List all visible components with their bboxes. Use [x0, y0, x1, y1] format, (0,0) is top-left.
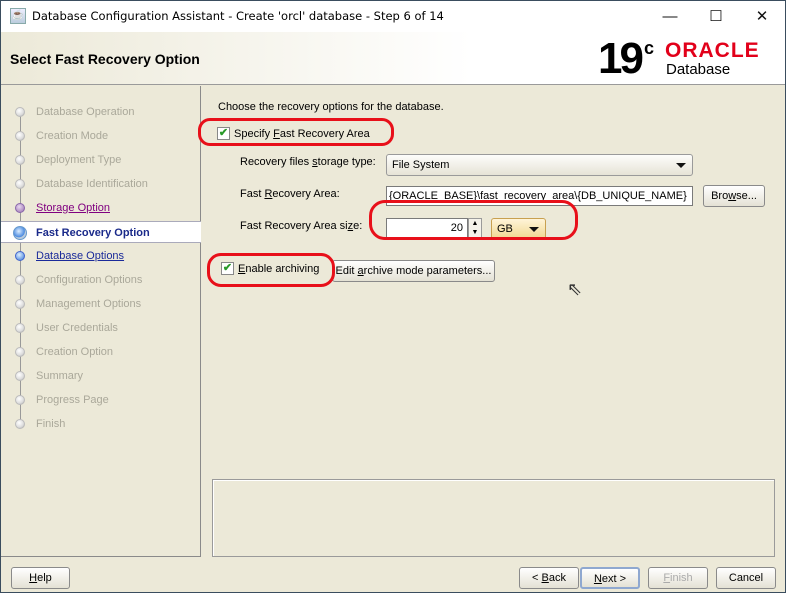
nav-step-creation-mode: Creation Mode: [1, 125, 201, 147]
label-text: ack: [548, 572, 566, 584]
label-text: Fast Recovery Area si: [240, 220, 348, 232]
nav-step-label: Database Identification: [36, 178, 148, 190]
step-status-icon: [15, 203, 25, 213]
nav-step-user-credentials: User Credentials: [1, 317, 201, 339]
nav-step-storage-option[interactable]: Storage Option: [1, 197, 201, 219]
nav-step-configuration-options: Configuration Options: [1, 269, 201, 291]
nav-step-label: Management Options: [36, 298, 142, 310]
java-app-icon: ☕: [10, 8, 26, 24]
label-text: ext >: [601, 573, 627, 585]
nav-step-finish: Finish: [1, 413, 201, 435]
nav-step-fast-recovery-option[interactable]: Fast Recovery Option: [1, 221, 201, 243]
step-status-icon: [15, 107, 25, 117]
logo-brand: ORACLE: [665, 39, 760, 62]
nav-step-label: Storage Option: [36, 202, 110, 214]
step-status-icon: [15, 179, 25, 189]
nav-step-label: Creation Mode: [36, 130, 109, 142]
minimize-button[interactable]: —: [647, 1, 693, 32]
label-text: elp: [37, 572, 52, 584]
annotation-highlight: [207, 253, 335, 287]
step-status-icon: [15, 155, 25, 165]
page-title: Select Fast Recovery Option: [10, 51, 200, 67]
label-text: e:: [353, 220, 363, 232]
instruction-text: Choose the recovery options for the data…: [218, 101, 444, 113]
step-status-icon: [15, 419, 25, 429]
main-panel: Choose the recovery options for the data…: [198, 86, 785, 557]
step-navigation: Database Operation Creation Mode Deploymen…: [1, 86, 201, 557]
step-status-icon: [15, 131, 25, 141]
label-text: rchive mode parameters...: [363, 265, 492, 277]
logo-suffix: c: [644, 38, 655, 58]
annotation-highlight: [369, 200, 578, 240]
nav-step-label: User Credentials: [36, 322, 118, 334]
logo-product: Database: [666, 61, 731, 78]
window-title: Database Configuration Assistant - Creat…: [32, 9, 444, 23]
nav-step-label: Progress Page: [36, 394, 109, 406]
label-text: inish: [670, 572, 693, 584]
nav-step-deployment-type: Deployment Type: [1, 149, 201, 171]
step-status-icon: [15, 395, 25, 405]
mnemonic: H: [29, 572, 38, 584]
chevron-down-icon: [676, 163, 686, 168]
nav-step-database-operation: Database Operation: [1, 101, 201, 123]
logo-version: 19: [598, 34, 644, 83]
nav-step-label: Database Operation: [36, 106, 135, 118]
back-button[interactable]: < Back: [519, 567, 579, 589]
edit-archive-mode-button[interactable]: Edit archive mode parameters...: [332, 260, 495, 282]
label-text: ecovery Area:: [272, 188, 340, 200]
label-text: Recovery files: [240, 156, 313, 168]
title-bar: ☕ Database Configuration Assistant - Cre…: [1, 1, 785, 32]
fra-location-label: Fast Recovery Area:: [240, 188, 340, 200]
nav-step-progress-page: Progress Page: [1, 389, 201, 411]
step-status-icon: [15, 371, 25, 381]
nav-step-management-options: Management Options: [1, 293, 201, 315]
nav-step-database-options[interactable]: Database Options: [1, 245, 201, 267]
nav-step-label: Database Options: [36, 250, 125, 262]
dbca-window: ☕ Database Configuration Assistant - Cre…: [0, 0, 786, 593]
nav-step-summary: Summary: [1, 365, 201, 387]
message-panel: [212, 479, 775, 557]
mnemonic: B: [541, 572, 549, 584]
nav-step-label: Summary: [36, 370, 84, 382]
nav-step-label: Finish: [36, 418, 66, 430]
label-text: se...: [736, 190, 757, 202]
step-status-icon: [15, 299, 25, 309]
nav-step-creation-option: Creation Option: [1, 341, 201, 363]
annotation-highlight: [198, 118, 394, 146]
nav-step-label: Creation Option: [36, 346, 114, 358]
fra-size-label: Fast Recovery Area size:: [240, 220, 362, 232]
help-button[interactable]: Help: [11, 567, 70, 589]
step-status-icon: [15, 275, 25, 285]
step-status-icon: [15, 347, 25, 357]
dropdown-value: File System: [392, 159, 450, 171]
step-status-icon: [15, 251, 25, 261]
mnemonic: w: [728, 190, 737, 202]
nav-step-database-identification: Database Identification: [1, 173, 201, 195]
label-text: torage type:: [317, 156, 376, 168]
next-button[interactable]: Next >: [580, 567, 640, 589]
step-status-icon: [15, 323, 25, 333]
label-text: Fast: [240, 188, 265, 200]
label-text: Bro: [711, 190, 729, 202]
step-status-icon: [13, 226, 27, 240]
nav-step-label: Fast Recovery Option: [36, 227, 150, 239]
cancel-button[interactable]: Cancel: [716, 567, 776, 589]
finish-button: Finish: [648, 567, 708, 589]
browse-button[interactable]: Browse...: [703, 185, 765, 207]
header: Select Fast Recovery Option 19 c ORACLE …: [1, 32, 785, 85]
label-text: Edit: [335, 265, 358, 277]
storage-type-label: Recovery files storage type:: [240, 156, 376, 168]
mnemonic: N: [593, 573, 602, 585]
close-button[interactable]: ✕: [739, 1, 785, 32]
maximize-button[interactable]: ☐: [693, 1, 739, 32]
nav-step-label: Deployment Type: [36, 154, 122, 166]
storage-type-dropdown[interactable]: File System: [386, 154, 693, 176]
label-text: <: [532, 572, 542, 584]
mouse-cursor-icon: ⇖: [567, 279, 583, 299]
nav-step-label: Configuration Options: [36, 274, 143, 286]
